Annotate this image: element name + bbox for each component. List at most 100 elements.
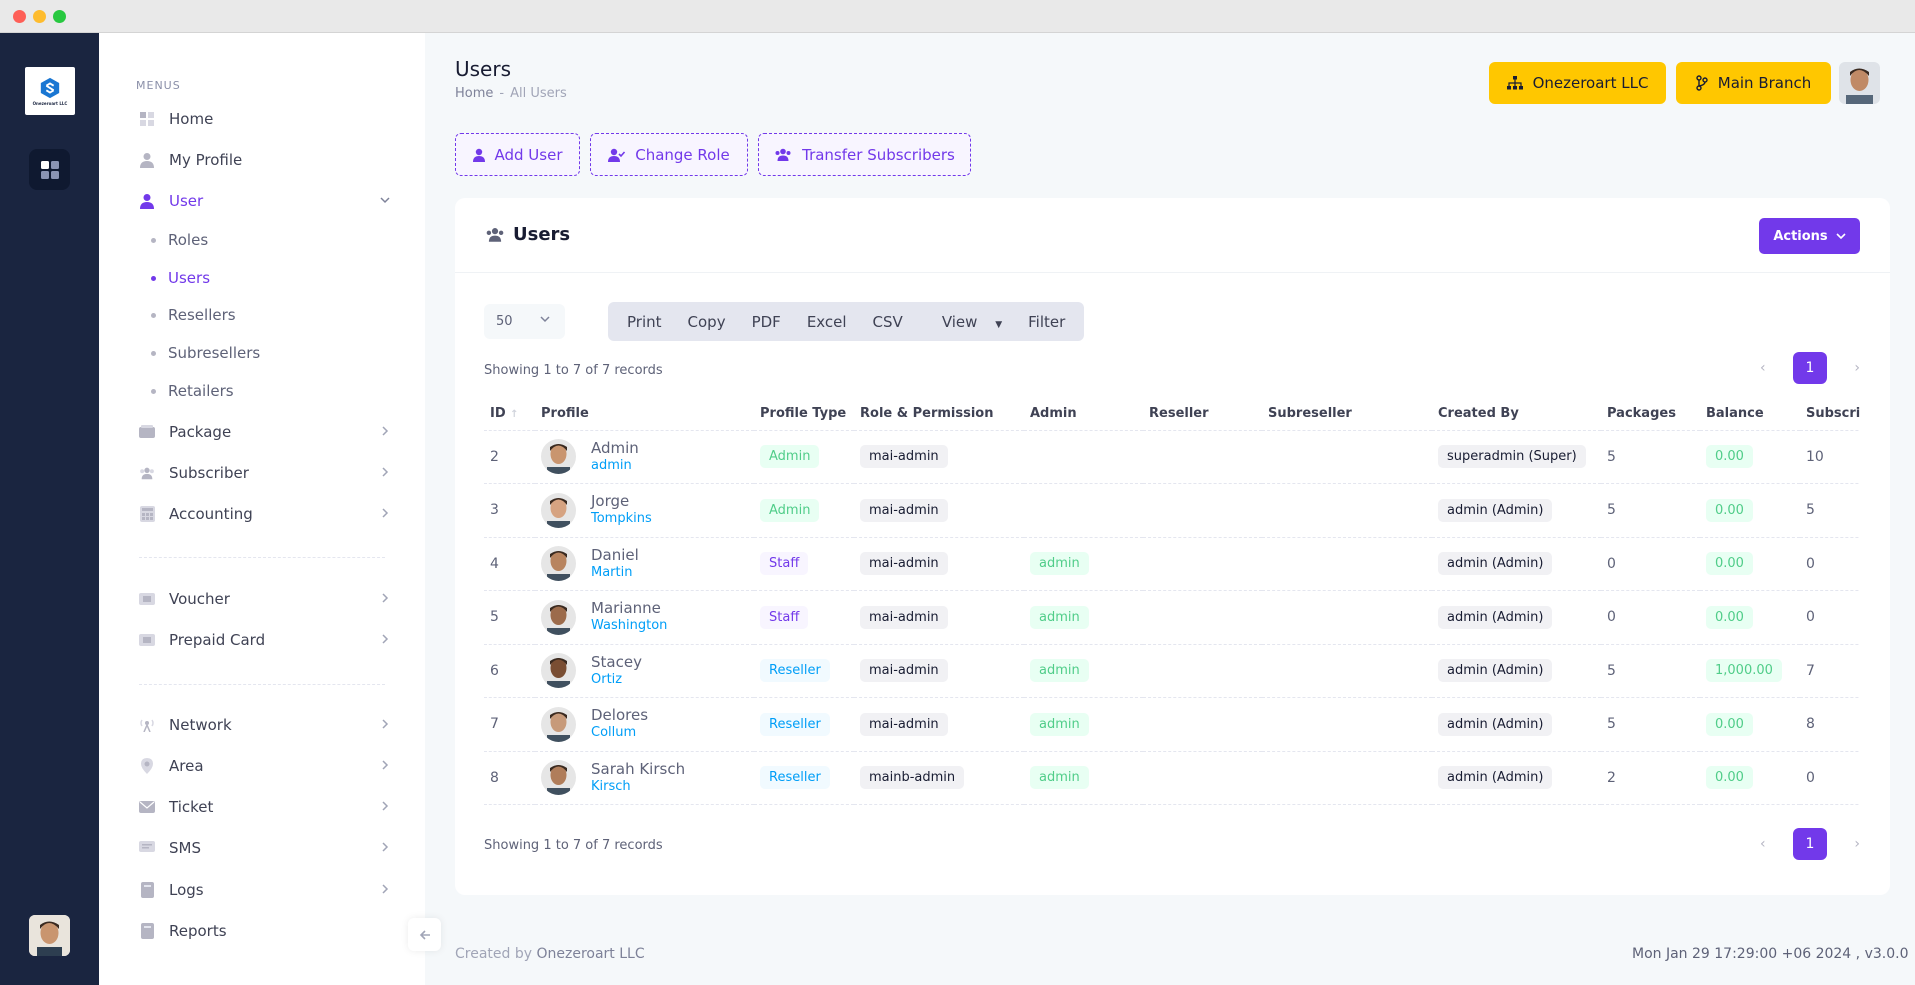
prev-page-icon[interactable]: ‹: [1760, 836, 1766, 852]
column-header-role[interactable]: Role & Permission: [854, 398, 1024, 431]
copy-button[interactable]: Copy: [675, 313, 739, 331]
balance-badge: 0.00: [1706, 605, 1753, 629]
profile-username[interactable]: admin: [591, 457, 639, 475]
profile-name[interactable]: Sarah Kirsch: [591, 760, 685, 778]
current-page-button[interactable]: 1: [1793, 828, 1827, 860]
current-page-button[interactable]: 1: [1793, 352, 1827, 384]
menu-item-label: Voucher: [169, 590, 230, 608]
menu-item-voucher[interactable]: Voucher: [139, 587, 389, 611]
submenu-item-users[interactable]: Users: [151, 267, 210, 289]
excel-button[interactable]: Excel: [794, 313, 860, 331]
submenu-item-resellers[interactable]: Resellers: [151, 304, 236, 326]
table-body: 2 Admin admin Admin mai-admin superadmin (Sup…: [484, 430, 1860, 805]
profile-name[interactable]: Daniel: [591, 546, 639, 564]
profile-name[interactable]: Jorge: [591, 492, 652, 510]
prev-page-icon[interactable]: ‹: [1760, 360, 1766, 376]
cell-balance: 0.00: [1700, 483, 1800, 538]
company-button[interactable]: Onezeroart LLC: [1489, 62, 1666, 104]
column-header-profile-type[interactable]: Profile Type: [754, 398, 854, 431]
pagination-bottom: ‹ 1 ›: [1760, 828, 1860, 860]
menu-item-subscriber[interactable]: Subscriber: [139, 461, 389, 485]
next-page-icon[interactable]: ›: [1854, 360, 1860, 376]
profile-username[interactable]: Kirsch: [591, 778, 685, 796]
cell-balance: 0.00: [1700, 697, 1800, 752]
menu-item-package[interactable]: Package: [139, 420, 389, 444]
records-info-bottom: Showing 1 to 7 of 7 records: [484, 838, 663, 853]
footer-created-by-label: Created by: [455, 946, 533, 962]
submenu-item-label: Roles: [168, 231, 209, 249]
change-role-button[interactable]: Change Role: [590, 133, 748, 176]
add-user-button[interactable]: Add User: [455, 133, 580, 176]
menu-item-ticket[interactable]: Ticket: [139, 795, 389, 819]
profile-avatar[interactable]: [541, 599, 576, 635]
column-header-subscribers[interactable]: Subscribers: [1800, 398, 1860, 431]
sidebar-collapse-button[interactable]: [408, 918, 441, 951]
menu-item-prepaid-card[interactable]: Prepaid Card: [139, 628, 389, 652]
cell-packages: 5: [1601, 697, 1700, 752]
profile-username[interactable]: Washington: [591, 617, 667, 635]
breadcrumb-home[interactable]: Home: [455, 86, 493, 101]
column-header-subreseller[interactable]: Subreseller: [1262, 398, 1432, 431]
column-header-id[interactable]: ID ↑: [484, 398, 535, 431]
view-dropdown-button[interactable]: View ▼: [916, 313, 1015, 331]
menu-divider: [139, 557, 385, 558]
menu-item-reports[interactable]: Reports: [139, 919, 227, 943]
profile-avatar[interactable]: [541, 653, 576, 689]
menu-item-sms[interactable]: SMS: [139, 836, 389, 860]
profile-username[interactable]: Ortiz: [591, 671, 642, 689]
menu-item-label: My Profile: [169, 151, 243, 169]
profile-username[interactable]: Collum: [591, 724, 648, 742]
page-length-select[interactable]: 50: [484, 304, 565, 339]
footer-company-link[interactable]: Onezeroart LLC: [536, 946, 644, 962]
profile-avatar[interactable]: [541, 492, 576, 528]
menu-item-home[interactable]: Home: [139, 107, 213, 131]
menu-item-network[interactable]: Network: [139, 713, 389, 737]
submenu-item-retailers[interactable]: Retailers: [151, 380, 234, 402]
column-header-created-by[interactable]: Created By: [1432, 398, 1601, 431]
profile-avatar[interactable]: [541, 439, 576, 475]
profile-avatar[interactable]: [541, 760, 576, 796]
menu-item-label: User: [169, 192, 204, 210]
header-user-avatar[interactable]: [1839, 62, 1880, 104]
column-header-reseller[interactable]: Reseller: [1143, 398, 1262, 431]
page-title: Users: [455, 57, 512, 81]
menu-item-user[interactable]: User: [139, 189, 390, 213]
dashboard-rail-button[interactable]: [29, 149, 70, 190]
pdf-button[interactable]: PDF: [739, 313, 794, 331]
menu-item-my-profile[interactable]: My Profile: [139, 148, 242, 172]
profile-username[interactable]: Tompkins: [591, 510, 652, 528]
menu-item-label: Network: [169, 716, 232, 734]
print-button[interactable]: Print: [614, 313, 675, 331]
column-header-balance[interactable]: Balance: [1700, 398, 1800, 431]
profile-name[interactable]: Admin: [591, 439, 639, 457]
user-avatar[interactable]: [29, 915, 70, 956]
filter-button[interactable]: Filter: [1015, 313, 1078, 331]
book-icon: [139, 923, 155, 939]
csv-button[interactable]: CSV: [860, 313, 916, 331]
brand-logo[interactable]: Onezeroart LLC: [25, 67, 75, 115]
menu-item-logs[interactable]: Logs: [139, 878, 389, 902]
table-header-row: ID ↑ Profile Profile Type Role & Permiss…: [484, 398, 1860, 431]
column-header-admin[interactable]: Admin: [1024, 398, 1143, 431]
menu-divider: [139, 684, 385, 685]
window-maximize-button[interactable]: [53, 10, 66, 23]
column-header-profile[interactable]: Profile: [535, 398, 754, 431]
submenu-item-subresellers[interactable]: Subresellers: [151, 342, 260, 364]
table-row: 4 Daniel Martin Staff mai-admin admin admin (A…: [484, 537, 1860, 591]
menu-item-accounting[interactable]: Accounting: [139, 502, 389, 526]
submenu-item-roles[interactable]: Roles: [151, 229, 208, 251]
window-minimize-button[interactable]: [33, 10, 46, 23]
menu-item-area[interactable]: Area: [139, 754, 389, 778]
column-header-packages[interactable]: Packages: [1601, 398, 1700, 431]
profile-name[interactable]: Stacey: [591, 653, 642, 671]
profile-name[interactable]: Delores: [591, 706, 648, 724]
window-close-button[interactable]: [13, 10, 26, 23]
actions-dropdown-button[interactable]: Actions: [1759, 218, 1860, 254]
profile-avatar[interactable]: [541, 546, 576, 582]
profile-avatar[interactable]: [541, 706, 576, 742]
transfer-subscribers-button[interactable]: Transfer Subscribers: [758, 133, 971, 176]
profile-name[interactable]: Marianne: [591, 599, 667, 617]
branch-button[interactable]: Main Branch: [1676, 62, 1831, 104]
profile-username[interactable]: Martin: [591, 564, 639, 582]
next-page-icon[interactable]: ›: [1854, 836, 1860, 852]
